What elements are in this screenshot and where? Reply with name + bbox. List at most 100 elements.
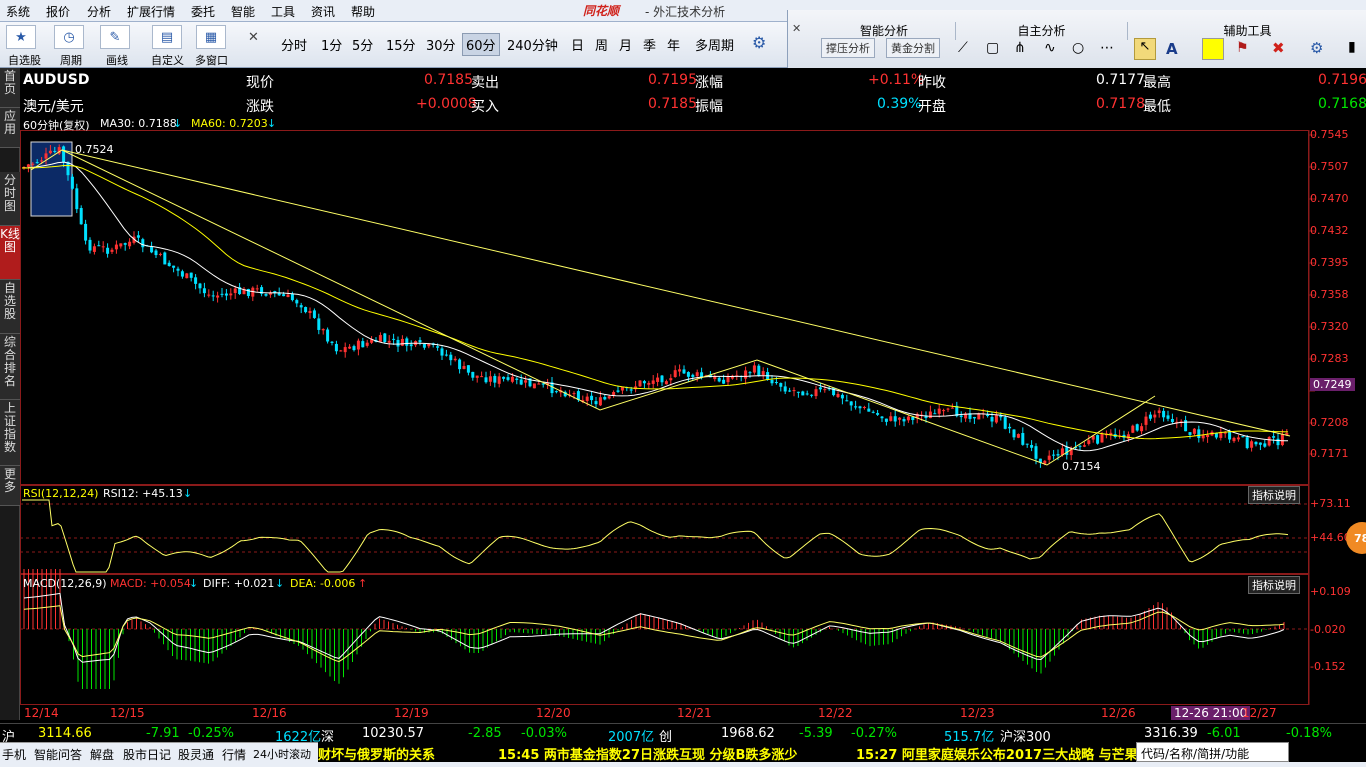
sidebar-more[interactable]: 更多: [0, 466, 20, 506]
bottom-tab-analysis[interactable]: 解盘: [90, 746, 114, 763]
period-icon[interactable]: ◷: [54, 25, 84, 49]
status-item: -0.03%: [521, 726, 567, 741]
candle-body: [814, 389, 818, 397]
period-quarter[interactable]: 季: [643, 35, 656, 54]
menu-quote[interactable]: 报价: [46, 3, 70, 20]
candle-body: [836, 393, 840, 397]
bottom-tab-lingtong[interactable]: 股灵通: [178, 746, 214, 763]
period-day[interactable]: 日: [571, 35, 584, 54]
bottom-tab-qa[interactable]: 智能问答: [34, 746, 82, 763]
sidebar-shindex[interactable]: 上证指数: [0, 400, 20, 466]
period-240m[interactable]: 240分钟: [507, 35, 558, 54]
menu-help[interactable]: 帮助: [351, 3, 375, 20]
support-resistance-button[interactable]: 撑压分析: [821, 38, 875, 58]
sidebar-home[interactable]: 首页: [0, 68, 20, 108]
delete-icon[interactable]: ✖: [1272, 39, 1285, 57]
cursor-icon[interactable]: ↖: [1134, 38, 1156, 60]
candle-body: [176, 268, 180, 271]
gear-icon[interactable]: ⚙: [752, 33, 766, 52]
candle-body: [1276, 438, 1280, 446]
candle-body: [1144, 416, 1148, 425]
menu-extended[interactable]: 扩展行情: [127, 3, 175, 20]
sidebar-kline[interactable]: K线图: [0, 226, 20, 280]
settings-icon[interactable]: ⚙: [1310, 39, 1323, 57]
candle-body: [1087, 440, 1091, 444]
close-icon[interactable]: ✕: [248, 30, 259, 45]
watchlist-icon[interactable]: ★: [6, 25, 36, 49]
rsi-explain-button[interactable]: 指标说明: [1248, 486, 1300, 504]
candle-body: [110, 249, 114, 252]
value-change: +0.0008: [416, 96, 477, 112]
candle-body: [299, 305, 303, 308]
bottom-tab-mobile[interactable]: 手机: [2, 746, 26, 763]
candle-body: [950, 407, 954, 409]
candle-body: [581, 400, 585, 402]
bottom-tab-diary[interactable]: 股市日记: [123, 746, 171, 763]
period-month[interactable]: 月: [619, 35, 632, 54]
search-input[interactable]: 代码/名称/简拼/功能: [1136, 742, 1289, 762]
menu-analysis[interactable]: 分析: [87, 3, 111, 20]
period-intraday[interactable]: 分时: [281, 35, 307, 54]
candle-body: [986, 414, 990, 417]
news-item[interactable]: 15:45 两市基金指数27日涨跌互现 分级B跌多涨少: [498, 744, 797, 763]
candle-body: [260, 287, 264, 294]
candle-body: [26, 164, 30, 167]
label-open: 开盘: [918, 99, 946, 115]
period-week[interactable]: 周: [595, 35, 608, 54]
candle-body: [920, 414, 924, 416]
circle-tool-icon[interactable]: ○: [1072, 40, 1084, 56]
multiwindow-icon[interactable]: ▦: [196, 25, 226, 49]
sidebar-ranking[interactable]: 综合排名: [0, 334, 20, 400]
candle-body: [383, 333, 387, 342]
line-tool-icon[interactable]: ⟋: [958, 40, 968, 56]
candle-body: [1285, 433, 1289, 436]
menu-smart[interactable]: 智能: [231, 3, 255, 20]
menu-trade[interactable]: 委托: [191, 3, 215, 20]
candle-body: [590, 395, 594, 401]
period-60m[interactable]: 60分: [462, 33, 500, 56]
fork-tool-icon[interactable]: ⋔: [1014, 40, 1026, 56]
label-price: 现价: [246, 75, 274, 91]
period-15m[interactable]: 15分: [386, 35, 416, 54]
candle-body: [862, 406, 866, 408]
candle-body: [783, 386, 787, 392]
candle-body: [550, 382, 554, 394]
sidebar-watchlist[interactable]: 自选股: [0, 280, 20, 334]
period-30m[interactable]: 30分: [426, 35, 456, 54]
candle-body: [880, 416, 884, 419]
candle-body: [233, 288, 237, 294]
color-picker-icon[interactable]: [1202, 38, 1224, 60]
news-item[interactable]: 财坏与俄罗斯的关系: [318, 744, 435, 763]
panel-close-icon[interactable]: ✕: [792, 22, 801, 35]
period-5m[interactable]: 5分: [352, 35, 373, 54]
candle-body: [374, 340, 378, 342]
wave-tool-icon[interactable]: ∿: [1044, 40, 1056, 56]
custom-icon[interactable]: ▤: [152, 25, 182, 49]
rsi-tick: +73.11: [1310, 497, 1351, 510]
sidebar-apps[interactable]: 应用: [0, 108, 20, 148]
panel-toggle-icon[interactable]: ▮: [1348, 39, 1356, 55]
period-multi[interactable]: 多周期: [695, 35, 734, 54]
sidebar-intraday[interactable]: 分时图: [0, 172, 20, 226]
macd-explain-button[interactable]: 指标说明: [1248, 576, 1300, 594]
rsi-arrow-icon: ↓: [183, 487, 193, 500]
more-tools-icon[interactable]: ⋯: [1100, 40, 1114, 56]
golden-section-button[interactable]: 黄金分割: [886, 38, 940, 58]
candle-body: [638, 380, 642, 387]
ma60-arrow-icon: ↓: [267, 117, 277, 130]
pencil-icon[interactable]: ✎: [100, 25, 130, 49]
menu-news[interactable]: 资讯: [311, 3, 335, 20]
candle-body: [392, 338, 396, 340]
float-badge-icon[interactable]: 78: [1346, 522, 1366, 554]
bottom-tab-quote[interactable]: 行情: [222, 746, 246, 763]
candle-body: [1104, 433, 1108, 436]
rect-tool-icon[interactable]: ▢: [986, 40, 999, 56]
news-item[interactable]: 15:27 阿里家庭娱乐公布2017三大战略 与芒果T: [856, 744, 1146, 763]
period-year[interactable]: 年: [667, 35, 680, 54]
period-1m[interactable]: 1分: [321, 35, 342, 54]
bookmark-icon[interactable]: ⚑: [1236, 40, 1249, 56]
bottom-tab-rolling[interactable]: 24小时滚动: [253, 746, 311, 762]
text-tool-icon[interactable]: A: [1166, 40, 1178, 58]
menu-tools[interactable]: 工具: [271, 3, 295, 20]
menu-system[interactable]: 系统: [6, 3, 30, 20]
